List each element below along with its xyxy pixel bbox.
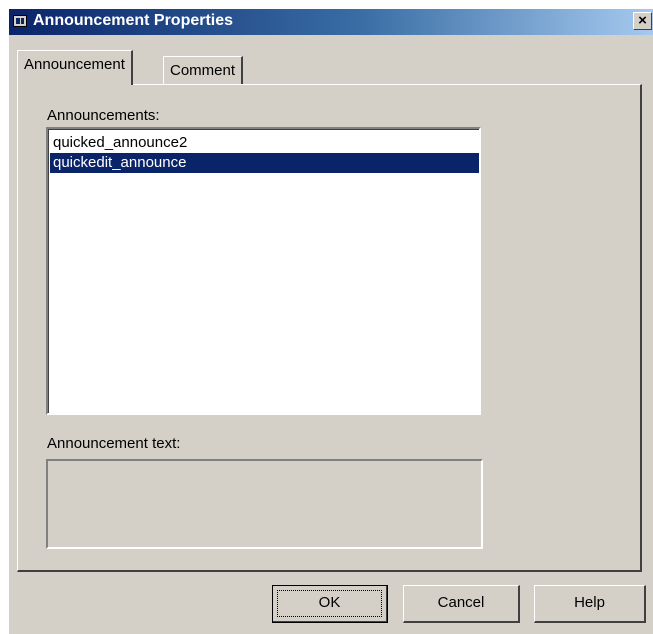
close-button[interactable]: ×	[633, 12, 652, 30]
help-button-label: Help	[574, 594, 605, 611]
cancel-button-label: Cancel	[437, 594, 485, 611]
announcements-listbox[interactable]: quicked_announce2 quickedit_announce	[46, 127, 481, 415]
tab-comment[interactable]: Comment	[163, 56, 244, 84]
cancel-button[interactable]: Cancel	[403, 585, 520, 623]
ok-button[interactable]: OK	[272, 585, 388, 623]
tab-announcement[interactable]: Announcement	[17, 50, 133, 85]
announcement-text-field[interactable]	[46, 459, 483, 549]
announcement-text-label: Announcement text:	[47, 435, 181, 452]
list-item-selected[interactable]: quickedit_announce	[50, 153, 479, 173]
title-bar[interactable]: Announcement Properties ×	[9, 9, 653, 35]
list-item[interactable]: quicked_announce2	[50, 133, 479, 153]
announcements-label: Announcements:	[47, 107, 160, 124]
close-icon: ×	[638, 12, 647, 29]
window-title: Announcement Properties	[33, 12, 234, 29]
app-icon	[13, 15, 27, 27]
help-button[interactable]: Help	[534, 585, 646, 623]
ok-button-label: OK	[318, 594, 341, 611]
